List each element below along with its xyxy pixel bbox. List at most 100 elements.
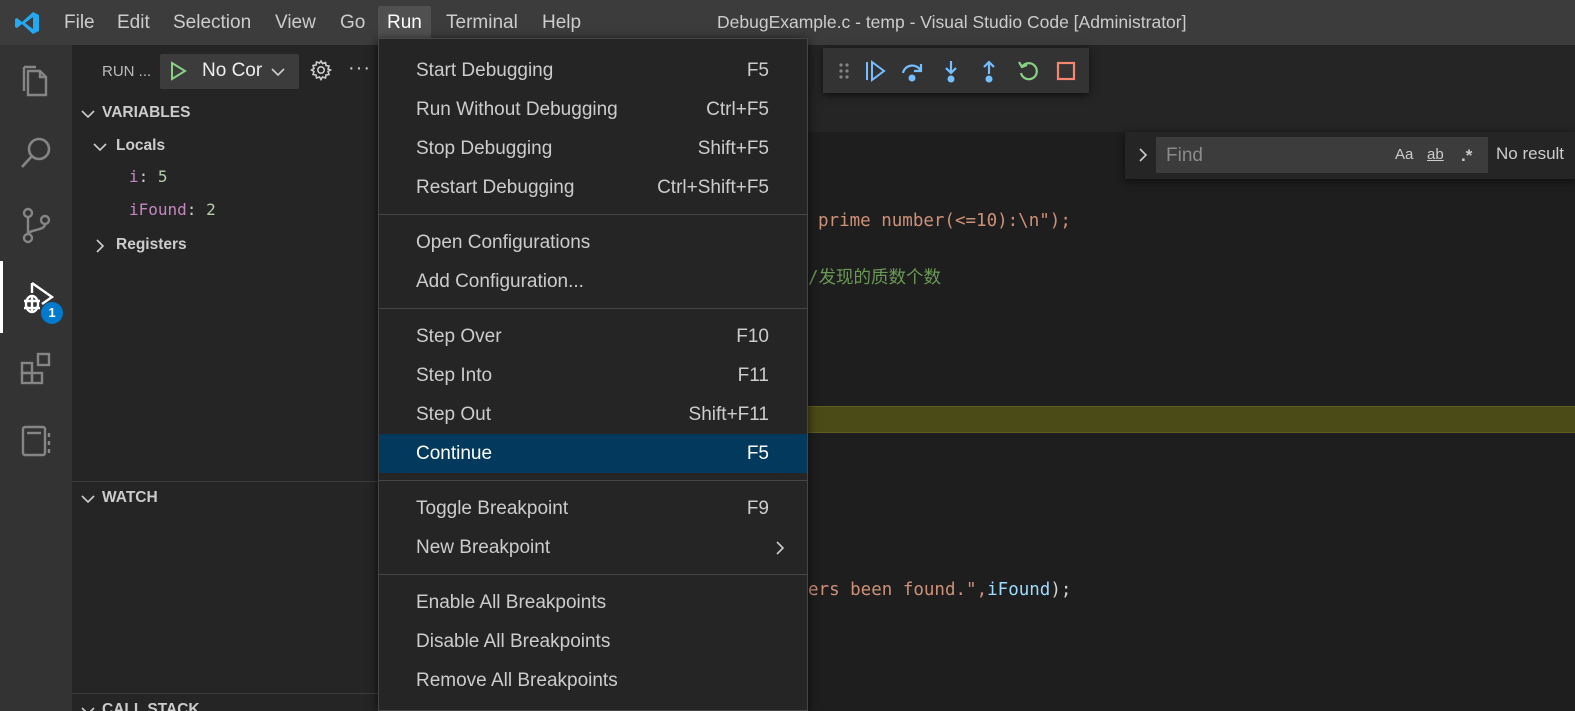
chevron-down-icon <box>81 495 95 504</box>
menu-item-label: Add Configuration... <box>416 271 584 292</box>
more-actions-icon[interactable]: ··· <box>348 57 371 80</box>
menu-new-breakpoint[interactable]: New Breakpoint <box>379 528 807 567</box>
menu-item-label: New Breakpoint <box>416 537 551 558</box>
menu-add-configuration[interactable]: Add Configuration... <box>379 262 807 301</box>
drag-grip-icon[interactable] <box>837 61 851 81</box>
menu-item-shortcut: Ctrl+Shift+F5 <box>657 177 769 198</box>
menu-step-into[interactable]: Step Into F11 <box>379 356 807 395</box>
menu-item-shortcut: Shift+F5 <box>697 138 769 159</box>
code-line: prime number(<=10):\n"); <box>818 206 1071 236</box>
menu-remove-all-breakpoints[interactable]: Remove All Breakpoints <box>379 661 807 700</box>
menu-disable-all-breakpoints[interactable]: Disable All Breakpoints <box>379 622 807 661</box>
step-out-icon[interactable] <box>977 59 1001 83</box>
variable-value: 2 <box>206 200 216 219</box>
menu-item-label: Disable All Breakpoints <box>416 631 611 652</box>
registers-scope[interactable]: Registers <box>72 233 378 259</box>
find-result-text: No result <box>1496 144 1565 163</box>
menu-terminal[interactable]: Terminal <box>437 6 527 39</box>
menu-toggle-breakpoint[interactable]: Toggle Breakpoint F9 <box>379 489 807 528</box>
menu-help[interactable]: Help <box>533 6 590 39</box>
locals-scope[interactable]: Locals <box>72 134 378 160</box>
stop-icon[interactable] <box>1054 59 1078 83</box>
play-icon[interactable] <box>168 61 188 81</box>
find-placeholder: Find <box>1166 145 1203 166</box>
code-string: ers been found.", <box>808 580 988 600</box>
menu-restart-debugging[interactable]: Restart Debugging Ctrl+Shift+F5 <box>379 168 807 207</box>
code-variable: iFound <box>987 580 1051 600</box>
menu-separator <box>379 480 807 481</box>
submenu-chevron-icon <box>776 541 785 555</box>
menu-item-label: Step Over <box>416 326 502 347</box>
menu-stop-debugging[interactable]: Stop Debugging Shift+F5 <box>379 129 807 168</box>
menu-item-shortcut: F5 <box>746 443 769 464</box>
menu-item-shortcut: F10 <box>736 326 769 347</box>
activity-notebook[interactable] <box>0 405 72 477</box>
menu-edit[interactable]: Edit <box>108 6 159 39</box>
menu-item-shortcut: Ctrl+F5 <box>706 99 769 120</box>
menu-item-label: Step Out <box>416 404 491 425</box>
restart-icon[interactable] <box>1016 59 1040 83</box>
whole-word-icon[interactable]: ab <box>1427 146 1444 163</box>
find-input[interactable]: Find Aa ab .* <box>1156 137 1488 173</box>
regex-icon[interactable]: .* <box>1461 146 1472 166</box>
menu-item-shortcut: F5 <box>746 60 769 81</box>
registers-label: Registers <box>116 236 187 253</box>
variable-value: 5 <box>157 167 168 186</box>
menu-start-debugging[interactable]: Start Debugging F5 <box>379 51 807 90</box>
menu-run[interactable]: Run <box>378 6 431 39</box>
chevron-right-icon[interactable] <box>1135 146 1151 164</box>
step-into-icon[interactable] <box>939 59 963 83</box>
menu-item-label: Run Without Debugging <box>416 99 618 120</box>
variable-name: iFound <box>129 200 187 219</box>
gear-icon[interactable] <box>310 59 332 81</box>
menu-item-label: Remove All Breakpoints <box>416 670 618 691</box>
callstack-section-header[interactable]: CALL STACK <box>72 698 378 711</box>
run-menu-dropdown: Start Debugging F5 Run Without Debugging C… <box>378 38 808 711</box>
section-divider <box>72 481 378 482</box>
menu-continue[interactable]: Continue F5 <box>379 434 807 473</box>
menu-open-configurations[interactable]: Open Configurations <box>379 223 807 262</box>
code-punctuation: ); <box>1050 580 1072 600</box>
step-over-icon[interactable] <box>900 59 924 83</box>
continue-icon[interactable] <box>863 59 887 83</box>
variable-row[interactable]: i: 5 <box>129 167 168 193</box>
debug-sidebar: RUN ... No Cor ··· VARIABLES Locals i: 5… <box>72 45 378 711</box>
locals-label: Locals <box>116 137 166 154</box>
activity-run-debug[interactable]: 1 <box>0 261 72 333</box>
match-case-icon[interactable]: Aa <box>1395 146 1413 163</box>
menu-step-over[interactable]: Step Over F10 <box>379 317 807 356</box>
code-comment: /发现的质数个数 <box>808 268 942 288</box>
activity-source-control[interactable] <box>0 189 72 261</box>
search-icon <box>21 137 51 168</box>
variable-name: i <box>129 167 139 186</box>
menu-item-label: Start Debugging <box>416 60 554 81</box>
launch-config-label: No Cor <box>202 60 263 81</box>
menu-selection[interactable]: Selection <box>164 6 260 39</box>
menu-item-label: Restart Debugging <box>416 177 575 198</box>
variable-row[interactable]: iFound: 2 <box>129 200 216 226</box>
watch-section-header[interactable]: WATCH <box>72 486 378 512</box>
chevron-right-icon <box>96 239 105 253</box>
menu-run-without-debugging[interactable]: Run Without Debugging Ctrl+F5 <box>379 90 807 129</box>
menu-view[interactable]: View <box>266 6 325 39</box>
variables-section-header[interactable]: VARIABLES <box>72 101 378 127</box>
menu-go[interactable]: Go <box>331 6 374 39</box>
debug-toolbar <box>823 48 1089 93</box>
launch-config-dropdown[interactable]: No Cor <box>160 54 299 89</box>
code-line: ers been found.",iFound); <box>808 575 1071 605</box>
extensions-icon <box>20 352 51 385</box>
menu-enable-all-breakpoints[interactable]: Enable All Breakpoints <box>379 583 807 622</box>
vscode-logo-icon <box>15 12 39 34</box>
menu-item-shortcut: F11 <box>737 365 769 386</box>
code-string: prime number(<=10):\n"); <box>818 211 1071 231</box>
menu-step-out[interactable]: Step Out Shift+F11 <box>379 395 807 434</box>
activity-extensions[interactable] <box>0 333 72 405</box>
menu-item-shortcut: Shift+F11 <box>688 404 769 425</box>
notebook-icon <box>21 425 51 457</box>
menu-item-label: Enable All Breakpoints <box>416 592 607 613</box>
activity-explorer[interactable] <box>0 45 72 117</box>
menu-file[interactable]: File <box>55 6 104 39</box>
menu-item-label: Stop Debugging <box>416 138 553 159</box>
activity-search[interactable] <box>0 117 72 189</box>
menu-separator <box>379 214 807 215</box>
